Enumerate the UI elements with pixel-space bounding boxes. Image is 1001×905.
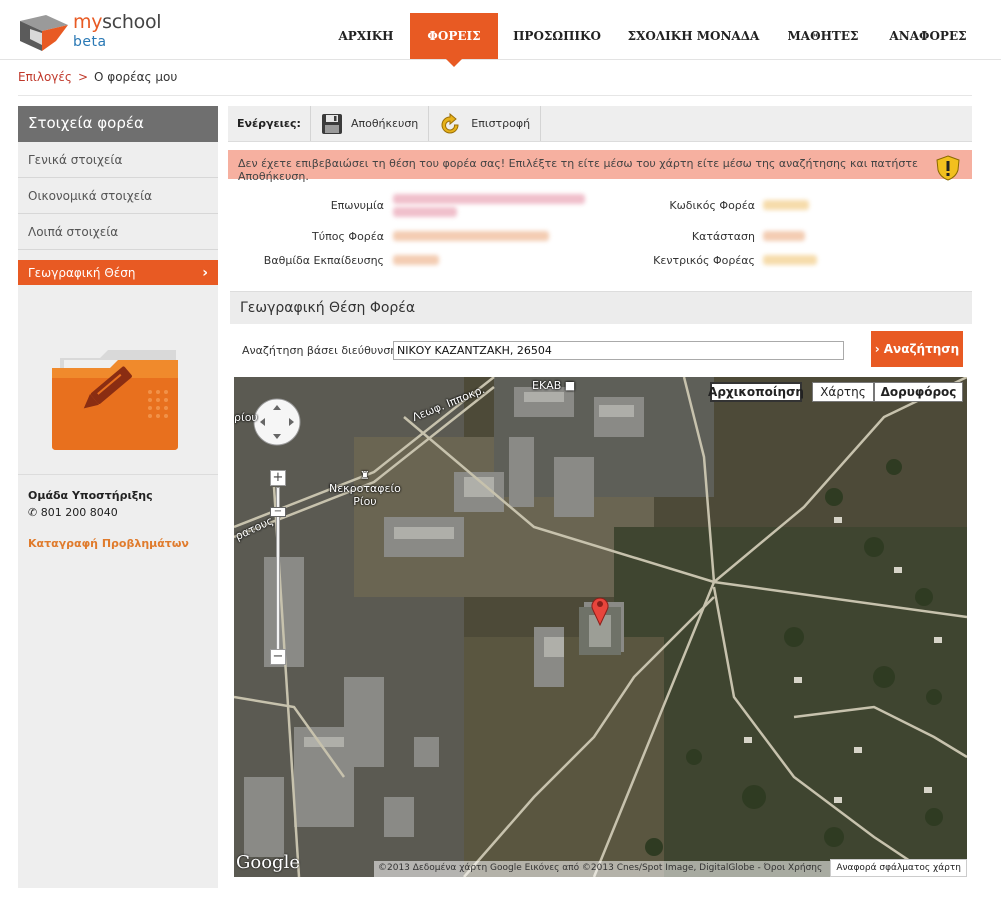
breadcrumb-current: Ο φορέας μου: [94, 70, 178, 84]
myschool-logo[interactable]: myschool beta: [16, 11, 166, 53]
field-code-label: Κωδικός Φορέα: [669, 199, 755, 212]
field-level-value: [393, 255, 439, 265]
report-problems-link[interactable]: Καταγραφή Προβλημάτων: [28, 537, 208, 550]
zoom-in-button[interactable]: +: [270, 470, 286, 486]
map-label-ekav: ΕΚΑΒ ■: [532, 379, 576, 392]
field-name-value: [393, 194, 585, 204]
sidebar-item-general[interactable]: Γενικά στοιχεία: [18, 142, 218, 178]
field-type-label: Τύπος Φορέα: [312, 230, 384, 243]
app-header: myschool beta ΑΡΧΙΚΗ ΦΟΡΕΙΣ ΠΡΟΣΩΠΙΚΟ ΣΧ…: [0, 0, 1001, 67]
nav-foreis[interactable]: ΦΟΡΕΙΣ: [410, 13, 498, 67]
map-type-button[interactable]: Χάρτης: [812, 382, 874, 402]
section-title: Γεωγραφική Θέση Φορέα: [230, 291, 972, 324]
chevron-right-icon: ›: [874, 342, 880, 356]
field-type-value: [393, 231, 549, 241]
map-view[interactable]: + − − ΕΚΑΒ ■ Λεωφ. Ιπποκρ. ♜ Νεκροταφείο…: [234, 377, 967, 877]
logo-text: myschool: [73, 11, 162, 33]
satellite-type-button[interactable]: Δορυφόρος: [874, 382, 963, 402]
warning-text: Δεν έχετε επιβεβαιώσει τη θέση του φορέα…: [238, 157, 918, 183]
field-status-label: Κατάσταση: [691, 230, 755, 243]
logo-mark-icon: [20, 15, 68, 51]
support-phone-row: ✆ 801 200 8040: [28, 506, 208, 519]
zoom-handle[interactable]: −: [270, 507, 286, 517]
pan-control-icon[interactable]: [252, 397, 302, 447]
divider: [18, 95, 972, 96]
sidebar-item-other[interactable]: Λοιπά στοιχεία: [18, 214, 218, 250]
back-button[interactable]: Επιστροφή: [429, 106, 542, 141]
field-central-label: Κεντρικός Φορέας: [653, 254, 755, 267]
zoom-out-button[interactable]: −: [270, 649, 286, 665]
breadcrumb-separator: >: [77, 70, 89, 84]
phone-icon: ✆: [28, 506, 38, 519]
satellite-imagery: [234, 377, 967, 877]
back-label: Επιστροφή: [471, 117, 531, 130]
warning-banner: Δεν έχετε επιβεβαιώσει τη θέση του φορέα…: [228, 150, 972, 183]
nav-staff[interactable]: ΠΡΟΣΩΠΙΚΟ: [509, 13, 605, 59]
map-label-rio: ρίου: [234, 411, 258, 424]
report-map-error-link[interactable]: Αναφορά σφάλματος χάρτη: [830, 859, 967, 877]
address-search-input[interactable]: [393, 341, 844, 360]
save-label: Αποθήκευση: [350, 117, 419, 130]
sidebar-item-label: Γενικά στοιχεία: [28, 152, 123, 167]
support-box: Ομάδα Υποστήριξης ✆ 801 200 8040 Καταγρα…: [18, 474, 218, 564]
logo-beta: beta: [73, 34, 107, 50]
nav-home[interactable]: ΑΡΧΙΚΗ: [333, 13, 399, 59]
field-name-value-line2: [393, 207, 457, 217]
reset-map-button[interactable]: Αρχικοποίηση: [708, 382, 804, 402]
actions-toolbar: Ενέργειες: Αποθήκευση Επιστροφή: [228, 106, 972, 142]
sidebar-item-financial[interactable]: Οικονομικά στοιχεία: [18, 178, 218, 214]
floppy-disk-icon: [321, 113, 342, 134]
sidebar-item-label: Οικονομικά στοιχεία: [28, 188, 153, 203]
sidebar-item-label: Γεωγραφική Θέση: [28, 265, 136, 280]
field-level-label: Βαθμίδα Εκπαίδευσης: [263, 254, 384, 267]
sidebar: Στοιχεία φορέα Γενικά στοιχεία Οικονομικ…: [18, 106, 218, 888]
support-title: Ομάδα Υποστήριξης: [28, 489, 153, 502]
return-arrow-icon: [441, 112, 459, 133]
nav-school-unit[interactable]: ΣΧΟΛΙΚΗ ΜΟΝΑΔΑ: [627, 13, 760, 59]
chevron-right-icon: ›: [202, 264, 208, 281]
save-button[interactable]: Αποθήκευση: [311, 106, 430, 141]
map-attribution: ©2013 Δεδομένα χάρτη Google Εικόνες από …: [374, 861, 836, 877]
support-phone: 801 200 8040: [40, 506, 118, 519]
breadcrumb: Επιλογές > Ο φορέας μου: [18, 70, 177, 84]
search-label: Αναζήτηση βάσει διεύθυνσης: [242, 344, 404, 357]
google-logo: Google: [236, 852, 300, 873]
sidebar-title: Στοιχεία φορέα: [18, 106, 218, 142]
sidebar-item-geo-location[interactable]: Γεωγραφική Θέση ›: [18, 260, 218, 285]
warning-shield-icon: [936, 155, 960, 181]
map-label-cemetery: ♜ Νεκροταφείο Ρίου: [329, 469, 401, 508]
field-status-value: [763, 231, 805, 241]
breadcrumb-root[interactable]: Επιλογές: [18, 70, 72, 84]
search-button-label: Αναζήτηση: [883, 342, 960, 356]
field-central-value: [763, 255, 817, 265]
field-code-value: [763, 200, 809, 210]
toolbar-label: Ενέργειες:: [228, 106, 311, 141]
folder-edit-icon: [52, 350, 178, 450]
field-name-label: Επωνυμία: [330, 199, 384, 212]
sidebar-item-label: Λοιπά στοιχεία: [28, 224, 119, 239]
nav-students[interactable]: ΜΑΘΗΤΕΣ: [783, 13, 863, 59]
search-button[interactable]: › Αναζήτηση: [871, 331, 963, 367]
nav-reports[interactable]: ΑΝΑΦΟΡΕΣ: [886, 13, 970, 59]
location-pin-icon[interactable]: [590, 594, 610, 626]
